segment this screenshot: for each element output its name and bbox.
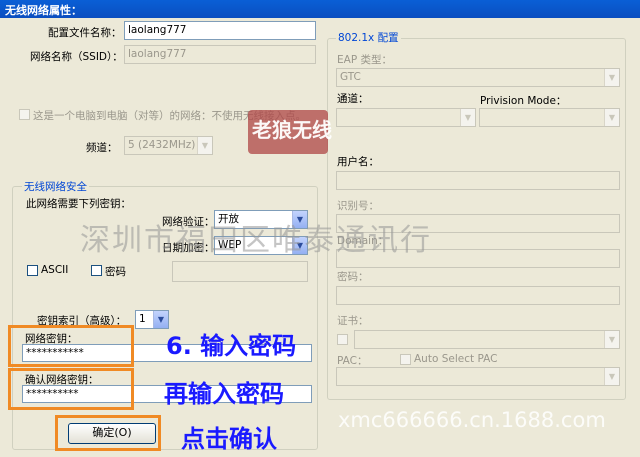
site-watermark: xmc666666.cn.1688.com (338, 408, 606, 432)
channel-select[interactable]: 5 (2432MHz) ▼ (124, 136, 213, 155)
cert-checkbox[interactable] (337, 334, 348, 345)
chevron-down-icon: ▼ (604, 69, 619, 86)
password-checkbox[interactable] (91, 265, 102, 276)
config-name-input[interactable]: laolang777 (124, 21, 316, 40)
adhoc-checkbox[interactable] (19, 109, 30, 120)
security-group-title: 无线网络安全 (22, 179, 89, 194)
provision-mode-select[interactable]: ▼ (479, 108, 620, 127)
tunnel-select[interactable]: ▼ (336, 108, 476, 127)
logo-watermark: 老狼无线 (252, 118, 332, 142)
username-input[interactable] (336, 171, 620, 190)
annotation-reenter: 再输入密码 (164, 380, 284, 408)
pac-label: PAC： (337, 355, 368, 367)
provision-mode-label: Privision Mode： (480, 95, 567, 107)
key-index-value: 1 (139, 313, 146, 325)
eap-type-value: GTC (340, 71, 361, 83)
eap-type-label: EAP 类型： (337, 54, 392, 66)
ssid-input[interactable]: laolang777 (124, 45, 316, 64)
passphrase-input[interactable] (172, 261, 308, 282)
chevron-down-icon: ▼ (460, 109, 475, 126)
tunnel-label: 通道： (337, 93, 369, 105)
network-key-highlight (8, 325, 134, 367)
chevron-down-icon: ▼ (604, 109, 619, 126)
eap-type-select[interactable]: GTC ▼ (336, 68, 620, 87)
cert-label: 证书： (337, 315, 369, 327)
cert-select[interactable]: ▼ (354, 330, 620, 349)
auto-pac-label: Auto Select PAC (414, 353, 498, 365)
channel-label: 频道： (86, 142, 118, 154)
ok-button-highlight (55, 415, 161, 451)
eap-group-title: 802.1x 配置 (336, 30, 401, 45)
eap-password-input[interactable] (336, 286, 620, 305)
confirm-key-highlight (8, 368, 134, 410)
password-checkbox-label: 密码 (105, 266, 126, 278)
chevron-down-icon: ▼ (604, 368, 619, 385)
config-name-label: 配置文件名称： (48, 27, 122, 39)
pac-select[interactable]: ▼ (336, 367, 620, 386)
ascii-checkbox[interactable] (27, 265, 38, 276)
annotation-step6: 6. 输入密码 (166, 332, 297, 360)
company-watermark: 深圳市福田区唯泰通讯行 (80, 223, 432, 258)
ascii-label: ASCII (41, 264, 69, 276)
annotation-click-ok: 点击确认 (181, 425, 277, 453)
channel-value: 5 (2432MHz) (128, 139, 196, 151)
window-title: 无线网络属性： (5, 4, 82, 17)
eap-password-label: 密码： (337, 271, 369, 283)
chevron-down-icon: ▼ (604, 331, 619, 348)
username-label: 用户名： (337, 156, 379, 168)
auto-pac-checkbox[interactable] (400, 354, 411, 365)
need-key-label: 此网络需要下列密钥： (26, 198, 131, 210)
identity-label: 识别号： (337, 200, 379, 212)
ssid-label: 网络名称（SSID）： (30, 51, 123, 63)
wireless-properties-dialog: 配置文件名称： laolang777 网络名称（SSID）： laolang77… (0, 18, 640, 457)
chevron-down-icon: ▼ (197, 137, 212, 154)
title-bar: 无线网络属性： (0, 0, 640, 18)
key-index-select[interactable]: 1 ▼ (135, 310, 169, 329)
